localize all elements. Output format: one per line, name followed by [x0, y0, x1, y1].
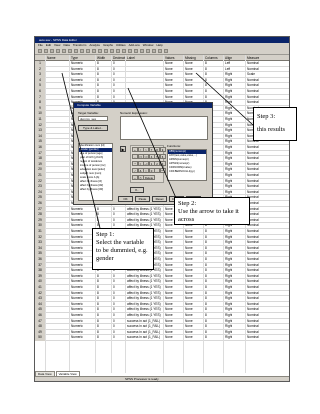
step1-callout: Step 1: Select the variable to be dummie…	[92, 228, 154, 270]
step2-callout: Step 2: Use the arrow to take it across	[174, 197, 250, 225]
step3-title: Step 3:	[257, 113, 276, 120]
arrow-step1	[61, 72, 101, 229]
arrow-step3	[195, 72, 254, 126]
step3-callout: Step 3: this results	[253, 107, 297, 141]
step3-body: this results	[257, 126, 285, 133]
arrow-step2	[127, 87, 177, 199]
callout-arrows	[61, 72, 254, 229]
